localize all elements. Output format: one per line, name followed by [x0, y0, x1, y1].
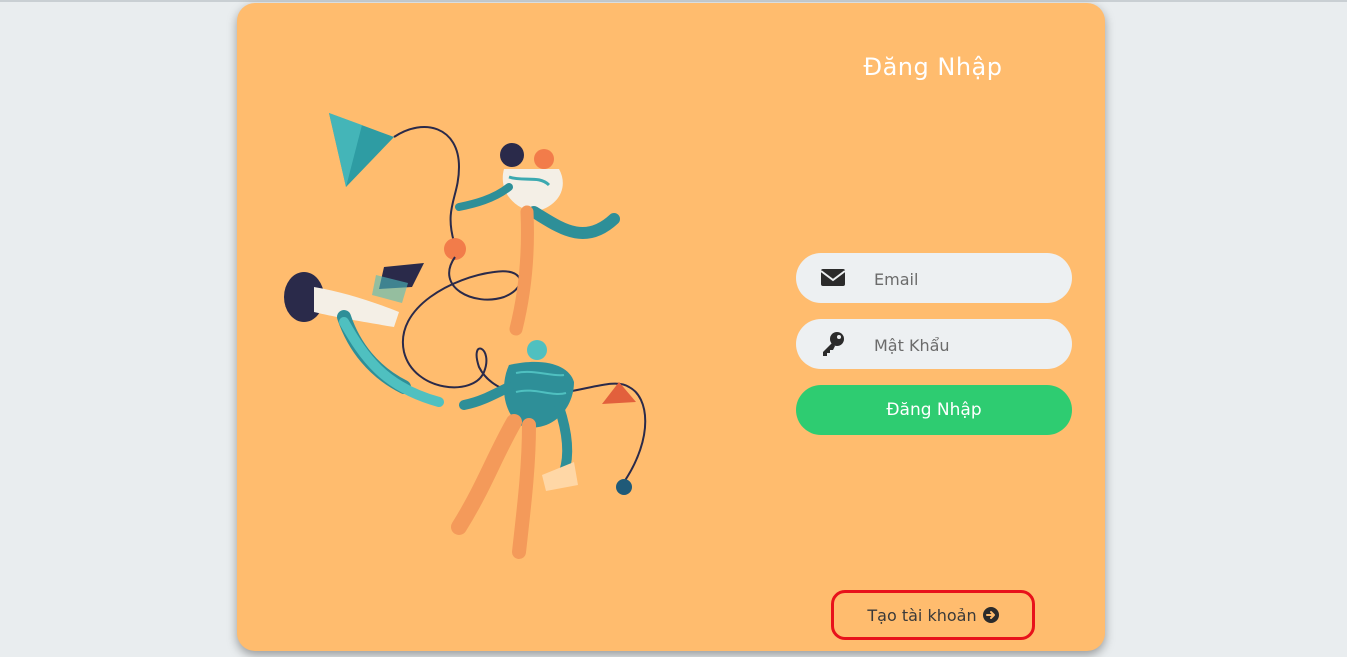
- envelope-icon: [820, 269, 846, 286]
- people-illustration: [284, 113, 647, 559]
- email-input[interactable]: [872, 253, 1056, 305]
- page-top-border: [0, 0, 1347, 2]
- key-icon: [823, 332, 844, 356]
- create-account-link[interactable]: Tạo tài khoản: [831, 590, 1035, 640]
- login-title: Đăng Nhập: [863, 53, 1003, 81]
- login-card: Đăng Nhập Đăng Nhập Tạo tài khoản: [237, 3, 1105, 651]
- create-account-label: Tạo tài khoản: [867, 605, 977, 625]
- password-input[interactable]: [872, 319, 1056, 371]
- login-button[interactable]: Đăng Nhập: [796, 385, 1072, 435]
- arrow-circle-right-icon: [982, 607, 999, 623]
- email-field[interactable]: [796, 253, 1072, 305]
- password-field[interactable]: [796, 319, 1072, 371]
